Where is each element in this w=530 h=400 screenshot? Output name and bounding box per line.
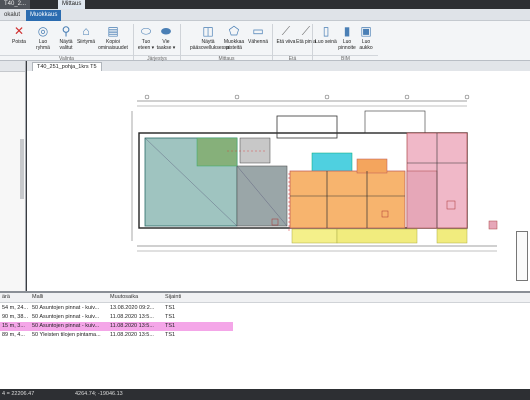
group-icon: ◎ [37, 24, 49, 38]
measurement-table: ärä Malli Muutosaika Sijainti 54 m, 24..… [0, 291, 530, 389]
ribbon: ✕ Poista ◎ Luo ryhmä ⚲ Näytä valitut ⌂ S… [0, 21, 530, 62]
copy-properties-button[interactable]: ▤ Kopioi ominaisuudet [98, 24, 128, 56]
column-header-quantity[interactable]: ärä [2, 294, 10, 300]
left-panel-scrollbar[interactable] [20, 139, 24, 199]
edit-points-button[interactable]: ⬠ Muokkaa pisteitä [221, 24, 247, 56]
document-tab[interactable]: T40_2... [0, 0, 31, 9]
send-back-icon: ⬬ [160, 24, 172, 38]
status-bar: 4 = 22206.47 4264.74; -19046.13 [0, 389, 530, 400]
ribbon-tab-bar: okalut Muokkaus [0, 9, 530, 21]
create-opening-button[interactable]: ▣ Luo aukko [355, 24, 377, 56]
move-button[interactable]: ⌂ Siirtymä [75, 24, 97, 56]
table-row-selected[interactable]: 15 m, 3... 50 Asuntojen pinnat - kuiv...… [0, 322, 530, 331]
distance-area-icon: ⟋ [301, 24, 311, 38]
show-selected-button[interactable]: ⚲ Näytä valitut [55, 24, 77, 56]
bring-front-icon: ⬭ [140, 24, 152, 38]
column-header-location[interactable]: Sijainti [165, 294, 181, 300]
floor-plan-drawing [131, 94, 498, 252]
distance-line-button[interactable]: ⟋ Etä viiva [275, 24, 297, 56]
tab-okalut[interactable]: okalut [0, 10, 24, 21]
table-header: ärä Malli Muutosaika Sijainti [0, 293, 530, 303]
delete-button[interactable]: ✕ Poista [8, 24, 30, 56]
left-panel-header [0, 61, 25, 72]
opening-icon: ▣ [360, 24, 372, 38]
tab-muokkaus[interactable]: Muokkaus [26, 10, 62, 21]
create-wall-button[interactable]: ▯ Luo seinä [315, 24, 337, 56]
title-strip: T40_2... Mittaus [0, 0, 530, 9]
create-group-button[interactable]: ◎ Luo ryhmä [32, 24, 54, 56]
status-coordinates: 4264.74; -19046.13 [75, 391, 123, 397]
wall-icon: ▯ [322, 24, 330, 38]
drawing-title-block [516, 231, 528, 281]
subtract-button[interactable]: ▭ Vähennä [247, 24, 269, 56]
column-header-modified[interactable]: Muutosaika [110, 294, 138, 300]
distance-line-icon: ⟋ [281, 24, 291, 38]
status-total: 4 = 22206.47 [2, 391, 35, 397]
table-row[interactable]: 54 m, 24... 50 Asuntojen pinnat - kuiv..… [0, 304, 530, 313]
table-row[interactable]: 89 m, 4... 50 Yleisten tilojen pintama..… [0, 331, 530, 340]
move-icon: ⌂ [82, 24, 90, 38]
show-selected-icon: ⚲ [61, 24, 71, 38]
table-row[interactable]: 90 m, 38... 50 Asuntojen pinnat - kuiv..… [0, 313, 530, 322]
send-back-button[interactable]: ⬬ Vie taakse ▾ [155, 24, 177, 56]
column-header-model[interactable]: Malli [32, 294, 43, 300]
drawing-canvas[interactable] [27, 71, 530, 291]
bring-front-button[interactable]: ⬭ Tuo eteen ▾ [135, 24, 157, 56]
edit-points-icon: ⬠ [228, 24, 240, 38]
delete-x-icon: ✕ [13, 24, 25, 38]
distance-area-button[interactable]: ⟋ Etä pinta [295, 24, 317, 56]
subtract-icon: ▭ [252, 24, 264, 38]
coating-icon: ▮ [343, 24, 351, 38]
drawing-tab-bar: T40_251_pohja_1krs T5 [27, 61, 530, 71]
copy-properties-icon: ▤ [107, 24, 119, 38]
context-tab-mittaus[interactable]: Mittaus [58, 0, 86, 9]
left-panel [0, 61, 26, 291]
drawing-tab[interactable]: T40_251_pohja_1krs T5 [32, 62, 102, 71]
show-in-app-icon: ◫ [202, 24, 214, 38]
